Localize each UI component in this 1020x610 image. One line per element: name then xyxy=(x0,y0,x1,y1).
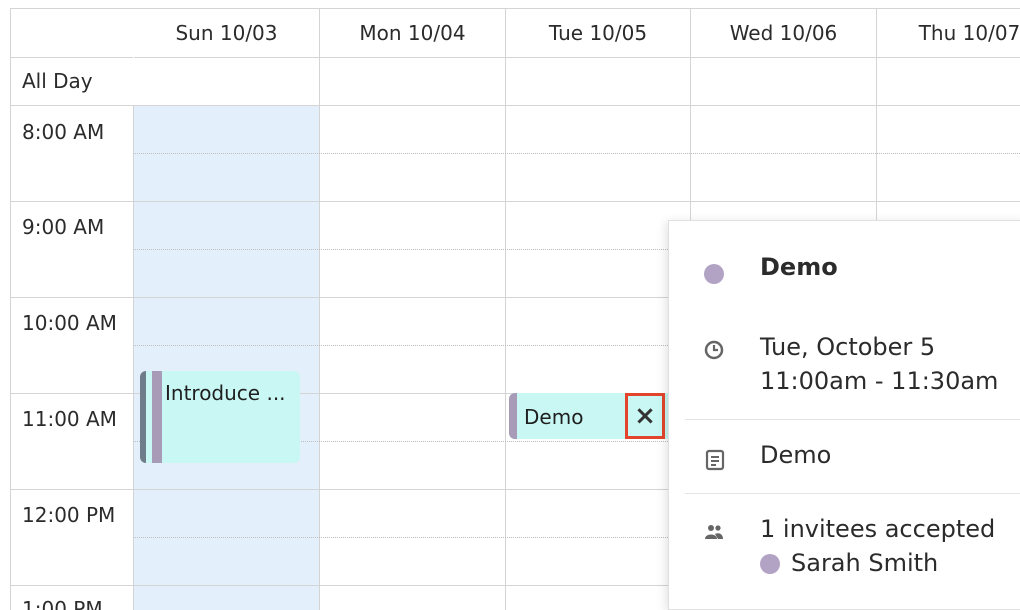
time-label-12pm: 12:00 PM xyxy=(22,503,116,527)
day-header-wed[interactable]: Wed 10/06 xyxy=(691,9,876,58)
half-hour-line xyxy=(133,153,1020,154)
popup-separator xyxy=(685,419,1020,420)
time-label-8am: 8:00 AM xyxy=(22,120,105,144)
header-corner xyxy=(11,9,133,58)
all-day-label: All Day xyxy=(22,69,93,93)
day-header-mon[interactable]: Mon 10/04 xyxy=(320,9,505,58)
time-label-10am: 10:00 AM xyxy=(22,311,117,335)
event-detail-popup: Demo Tue, October 5 11:00am - 11:30am De… xyxy=(668,220,1020,610)
day-header-thu[interactable]: Thu 10/07 xyxy=(877,9,1020,58)
popup-date: Tue, October 5 xyxy=(760,333,936,361)
all-day-row[interactable] xyxy=(11,58,1020,106)
time-label-9am: 9:00 AM xyxy=(22,215,105,239)
event-color-bar xyxy=(152,371,162,463)
status-dot-icon xyxy=(704,264,724,284)
time-label-1pm: 1:00 PM xyxy=(22,597,103,610)
popup-time-range: 11:00am - 11:30am xyxy=(760,367,999,395)
popup-invitee-name[interactable]: Sarah Smith xyxy=(791,549,938,577)
popup-invitees-summary: 1 invitees accepted xyxy=(760,515,996,543)
hour-line xyxy=(11,201,1020,202)
today-column xyxy=(134,106,319,610)
grid-vline xyxy=(133,106,134,610)
event-title: Demo xyxy=(524,405,584,429)
grid-vline xyxy=(505,9,506,610)
popup-description: Demo xyxy=(760,441,832,469)
invitee-status-dot xyxy=(760,554,780,574)
event-color-bar xyxy=(509,393,517,439)
event-title: Introduce ... xyxy=(165,381,286,405)
day-header-tue[interactable]: Tue 10/05 xyxy=(506,9,690,58)
time-label-11am: 11:00 AM xyxy=(22,407,117,431)
day-header-sun[interactable]: Sun 10/03 xyxy=(134,9,319,58)
close-event-button[interactable]: × xyxy=(625,393,665,439)
close-icon: × xyxy=(634,401,656,431)
grid-vline xyxy=(319,9,320,610)
document-icon xyxy=(705,449,725,471)
popup-title: Demo xyxy=(760,253,838,281)
people-icon xyxy=(705,525,723,539)
clock-icon xyxy=(704,340,724,360)
event-introduce[interactable]: Introduce ... xyxy=(140,371,300,463)
event-color-bar xyxy=(140,371,146,463)
popup-separator xyxy=(685,493,1020,494)
